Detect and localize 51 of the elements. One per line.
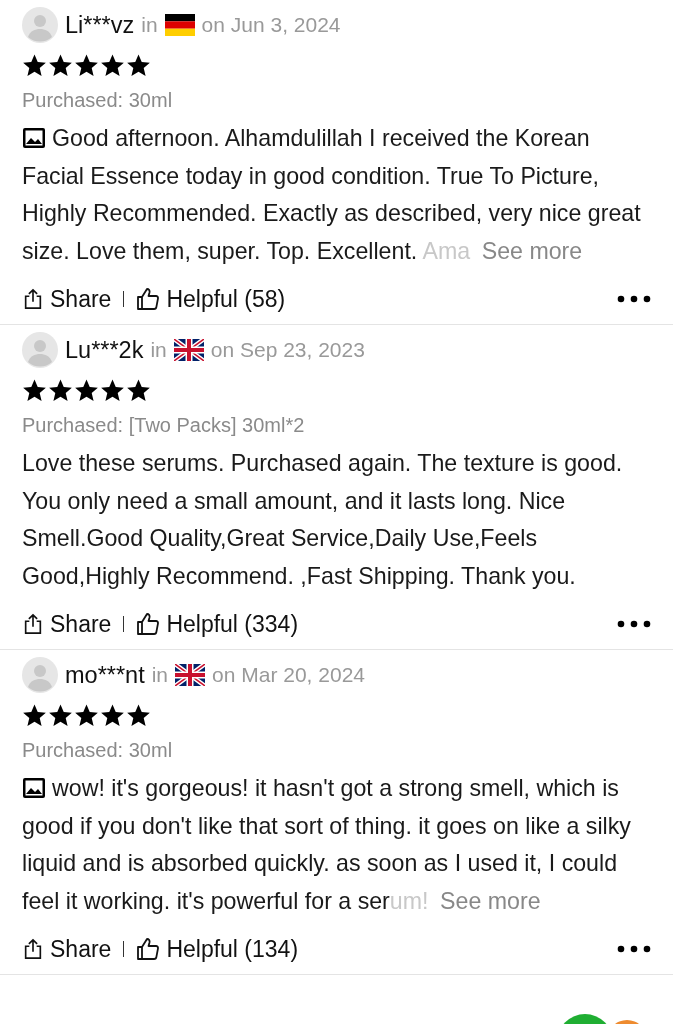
share-button[interactable]: Share <box>22 935 112 963</box>
in-label: in <box>141 13 158 37</box>
share-icon <box>22 288 44 310</box>
thumbs-up-icon <box>136 937 161 961</box>
review-text: wow! it's gorgeous! it hasn't got a strong smell, which is good if you don't like that sort of thing. it goes on like a silky liquid and is absorbed quickly. as soon as I used it, I could feel it working. it's powerful for a serum! See more <box>22 774 632 916</box>
in-label: in <box>150 338 167 362</box>
reviewer-name: Li***vz <box>65 11 135 39</box>
star-icon <box>22 52 47 78</box>
in-label: in <box>151 663 169 687</box>
reviewer-name: mo***nt <box>65 661 145 689</box>
star-icon <box>74 52 99 78</box>
star-icon <box>22 377 47 403</box>
thumbs-up-icon <box>136 612 161 636</box>
see-more-link[interactable]: See more <box>440 887 541 914</box>
reviewer-name: Lu***2k <box>65 336 144 364</box>
see-more-link[interactable]: See more <box>481 237 583 264</box>
purchased-variant: Purchased: 30ml <box>22 88 174 113</box>
review-date: on Sep 23, 2023 <box>210 338 365 362</box>
more-options-icon[interactable] <box>617 295 651 303</box>
star-icon <box>126 702 151 728</box>
star-icon <box>126 377 151 403</box>
more-options-icon[interactable] <box>617 945 651 953</box>
star-icon <box>22 702 47 728</box>
star-icon <box>74 377 99 403</box>
share-icon <box>22 938 44 960</box>
helpful-button[interactable]: Helpful (134) <box>136 935 299 963</box>
thumbs-up-icon <box>136 287 161 311</box>
star-icon <box>48 377 73 403</box>
avatar-icon <box>22 7 58 43</box>
star-icon <box>100 52 125 78</box>
image-icon <box>22 777 46 799</box>
star-icon <box>100 377 125 403</box>
star-icon <box>100 702 125 728</box>
helpful-button[interactable]: Helpful (58) <box>136 285 286 313</box>
avatar-icon <box>22 657 58 693</box>
share-button[interactable]: Share <box>22 610 112 638</box>
star-icon <box>48 702 73 728</box>
more-options-icon[interactable] <box>617 620 651 628</box>
star-icon <box>74 702 99 728</box>
review-date: on Mar 20, 2024 <box>212 663 365 687</box>
review-date: on Jun 3, 2024 <box>201 13 341 37</box>
helpful-button[interactable]: Helpful (334) <box>136 610 299 638</box>
purchased-variant: Purchased: [Two Packs] 30ml*2 <box>22 413 306 438</box>
review-text: Love these serums. Purchased again. The texture is good. You only need a small amount, and it lasts long. Nice Smell.Good Quality,Great Service,Daily Use,Feels Good,Highly Recommend. ,Fast Shipping. Thank you. <box>22 449 624 591</box>
avatar-icon <box>22 332 58 368</box>
image-icon <box>22 127 46 149</box>
star-icon <box>126 52 151 78</box>
purchased-variant: Purchased: 30ml <box>22 738 174 763</box>
share-icon <box>22 613 44 635</box>
share-button[interactable]: Share <box>22 285 112 313</box>
star-icon <box>48 52 73 78</box>
